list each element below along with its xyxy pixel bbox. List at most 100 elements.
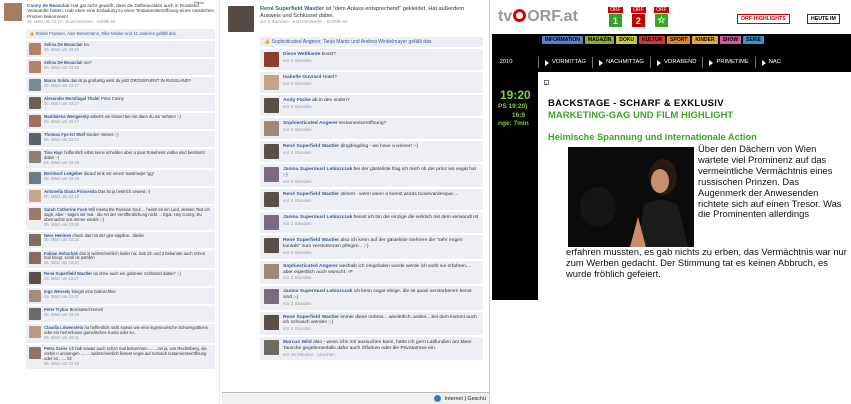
comment-author[interactable]: Marcus Wild [283, 340, 312, 345]
avatar[interactable] [29, 61, 41, 74]
comment-time: 05. März um 23:17 [44, 83, 79, 89]
comment-author[interactable]: Sophiesticated Angerer [283, 121, 338, 126]
section-title: Heimische Spannung und internationale Ac… [548, 132, 757, 142]
avatar[interactable] [29, 346, 41, 359]
nav-item-serie[interactable]: SERIE [743, 36, 765, 44]
comment-author[interactable]: René Superfield Wastler [283, 144, 339, 149]
nav-item-information[interactable]: INFORMATION [542, 36, 583, 44]
comment-author[interactable]: Janina Supermusl Lebiszczak [283, 215, 352, 220]
avatar[interactable] [29, 151, 41, 164]
comment-author[interactable]: René Superfield Wastler [283, 192, 339, 197]
comment-time: 05. März um 23:16 [44, 65, 79, 71]
comment-item: Claudia Löwenstein ha hoffentlich nicht … [26, 324, 215, 344]
comment-text: Sieder! Vamos ;-) [86, 132, 119, 138]
nav-item-doku[interactable]: DOKU [616, 36, 637, 44]
channel-button[interactable]: ORF 2 [631, 7, 646, 27]
avatar[interactable] [29, 290, 41, 303]
avatar[interactable] [29, 308, 41, 321]
post-author[interactable]: Conny de Beauclair [27, 3, 70, 8]
comment-text: kosst? [321, 52, 336, 57]
daypart-vorabend[interactable]: VORABEND [649, 57, 703, 68]
comment-item: Janina Supermusl Lebiszczak bei der gäst… [260, 164, 483, 189]
comment-item: Andy Fücke ab in den süden? vor 2 Stunde… [260, 95, 483, 117]
comment-item: Selina De Beauclair wo? 05. März um 23:1… [26, 59, 215, 77]
marker: 1 [544, 80, 549, 86]
avatar[interactable] [228, 6, 254, 32]
blank-area [492, 300, 851, 404]
comment-author[interactable]: Janina Supermusl Lebiszczak [283, 289, 352, 294]
comment-time: 05. März um 23:24 [44, 260, 79, 266]
avatar[interactable] [264, 263, 279, 279]
channel-badge: ORF [631, 7, 646, 13]
comment-author[interactable]: Diece Weltkante [283, 52, 320, 57]
channel-number: ☆ [654, 14, 668, 27]
arrow-right-icon [545, 59, 549, 66]
channel-badge: ORF [608, 7, 623, 13]
comment-author[interactable]: René Superfield Wastler [283, 315, 339, 320]
tv-orf-logo[interactable]: tv ORF.at [498, 8, 578, 26]
arrow-right-icon [709, 59, 714, 66]
avatar[interactable] [29, 326, 41, 339]
orf-highlights-button[interactable]: ORF-HIGHLIGHTS [737, 14, 790, 24]
avatar[interactable] [29, 251, 41, 264]
avatar[interactable] [264, 314, 279, 330]
avatar[interactable] [264, 238, 279, 254]
avatar[interactable] [264, 289, 279, 305]
post-author[interactable]: René Superfield Wastler [260, 6, 324, 12]
avatar[interactable] [29, 272, 41, 285]
avatar[interactable] [29, 97, 41, 110]
post-meta: 05. März um 23:14 · Kommentieren · Gefäl… [27, 18, 116, 24]
avatar[interactable] [264, 98, 279, 113]
channel-button[interactable]: ORF 1 [608, 7, 623, 27]
comment-author[interactable]: Sophiesticated Angerer [283, 264, 338, 269]
nav-item-magazin[interactable]: MAGAZIN [584, 36, 615, 44]
avatar[interactable] [29, 207, 41, 220]
comment-item: Sarah Catherine Fock Will meeta the Russ… [26, 205, 215, 231]
channel-button[interactable]: ORF ☆ [654, 7, 669, 27]
avatar[interactable] [264, 192, 279, 208]
nav-item-kinder[interactable]: KINDER [692, 36, 718, 44]
likes-summary: 👍 Sophisticated Angerer, Tanja Mantz und… [260, 37, 483, 47]
channel-badge: ORF [654, 7, 669, 13]
avatar[interactable] [29, 233, 41, 246]
avatar[interactable] [264, 339, 279, 355]
status-post: René Superfield Wastler ist "dem Anlass … [222, 0, 489, 35]
daypart-nachmittag[interactable]: NACHMITTAG [592, 57, 650, 68]
heute-im-button[interactable]: HEUTE IM [807, 14, 840, 24]
avatar[interactable] [264, 75, 279, 90]
nav-item-sport[interactable]: SPORT [667, 36, 691, 44]
nav-item-show[interactable]: SHOW [719, 36, 742, 44]
comment-text: dingdingding - we have a winner! :-) [340, 144, 418, 149]
comment-author[interactable]: Isabelle Ouvrard [283, 75, 321, 80]
comment-time: 05. März um 23:18 [44, 175, 79, 181]
avatar[interactable] [264, 144, 279, 159]
avatar[interactable] [29, 115, 41, 128]
avatar[interactable] [29, 171, 41, 184]
avatar[interactable] [29, 43, 41, 56]
comment-item: Tina Hayr hoffentlich erbst keine schuld… [26, 149, 215, 169]
daypart-bar: .2010 VORMITTAG NACHMITTAG VORABEND PRIMETI… [492, 57, 851, 68]
comment-author[interactable]: René Superfield Wastler [283, 238, 339, 243]
comment-time: 05. März um 23:29 [44, 312, 79, 318]
daypart-vormittag[interactable]: VORMITTAG [538, 57, 592, 68]
avatar[interactable] [29, 133, 41, 146]
comment-text: testamentseröffnung? [339, 121, 387, 126]
genre-nav: INFORMATION MAGAZIN DOKU KULTUR SPORT KINDER S… [492, 34, 851, 44]
avatar[interactable] [264, 167, 279, 182]
comment-item: Marcus Wild also - wenn ichs mir aussuch… [260, 336, 483, 362]
comment-author[interactable]: Janina Supermusl Lebiszczak [283, 167, 352, 172]
side-info-3: nge: 7min [498, 120, 529, 127]
comment-time: 05. März um 23:27 [44, 294, 79, 300]
comment-time: 05. März um 23:27 [44, 276, 79, 282]
comment-author[interactable]: Andy Fücke [283, 98, 311, 103]
avatar[interactable] [29, 189, 41, 202]
avatar[interactable] [4, 3, 22, 21]
nav-item-kultur[interactable]: KULTUR [638, 36, 666, 44]
avatar[interactable] [264, 121, 279, 136]
avatar[interactable] [29, 79, 41, 92]
avatar[interactable] [264, 52, 279, 67]
avatar[interactable] [264, 215, 279, 231]
comment-time: vor 2 Stunden [283, 275, 312, 281]
daypart-nac[interactable]: NAC [754, 57, 787, 68]
daypart-primetime[interactable]: PRIMETIME [702, 57, 754, 68]
